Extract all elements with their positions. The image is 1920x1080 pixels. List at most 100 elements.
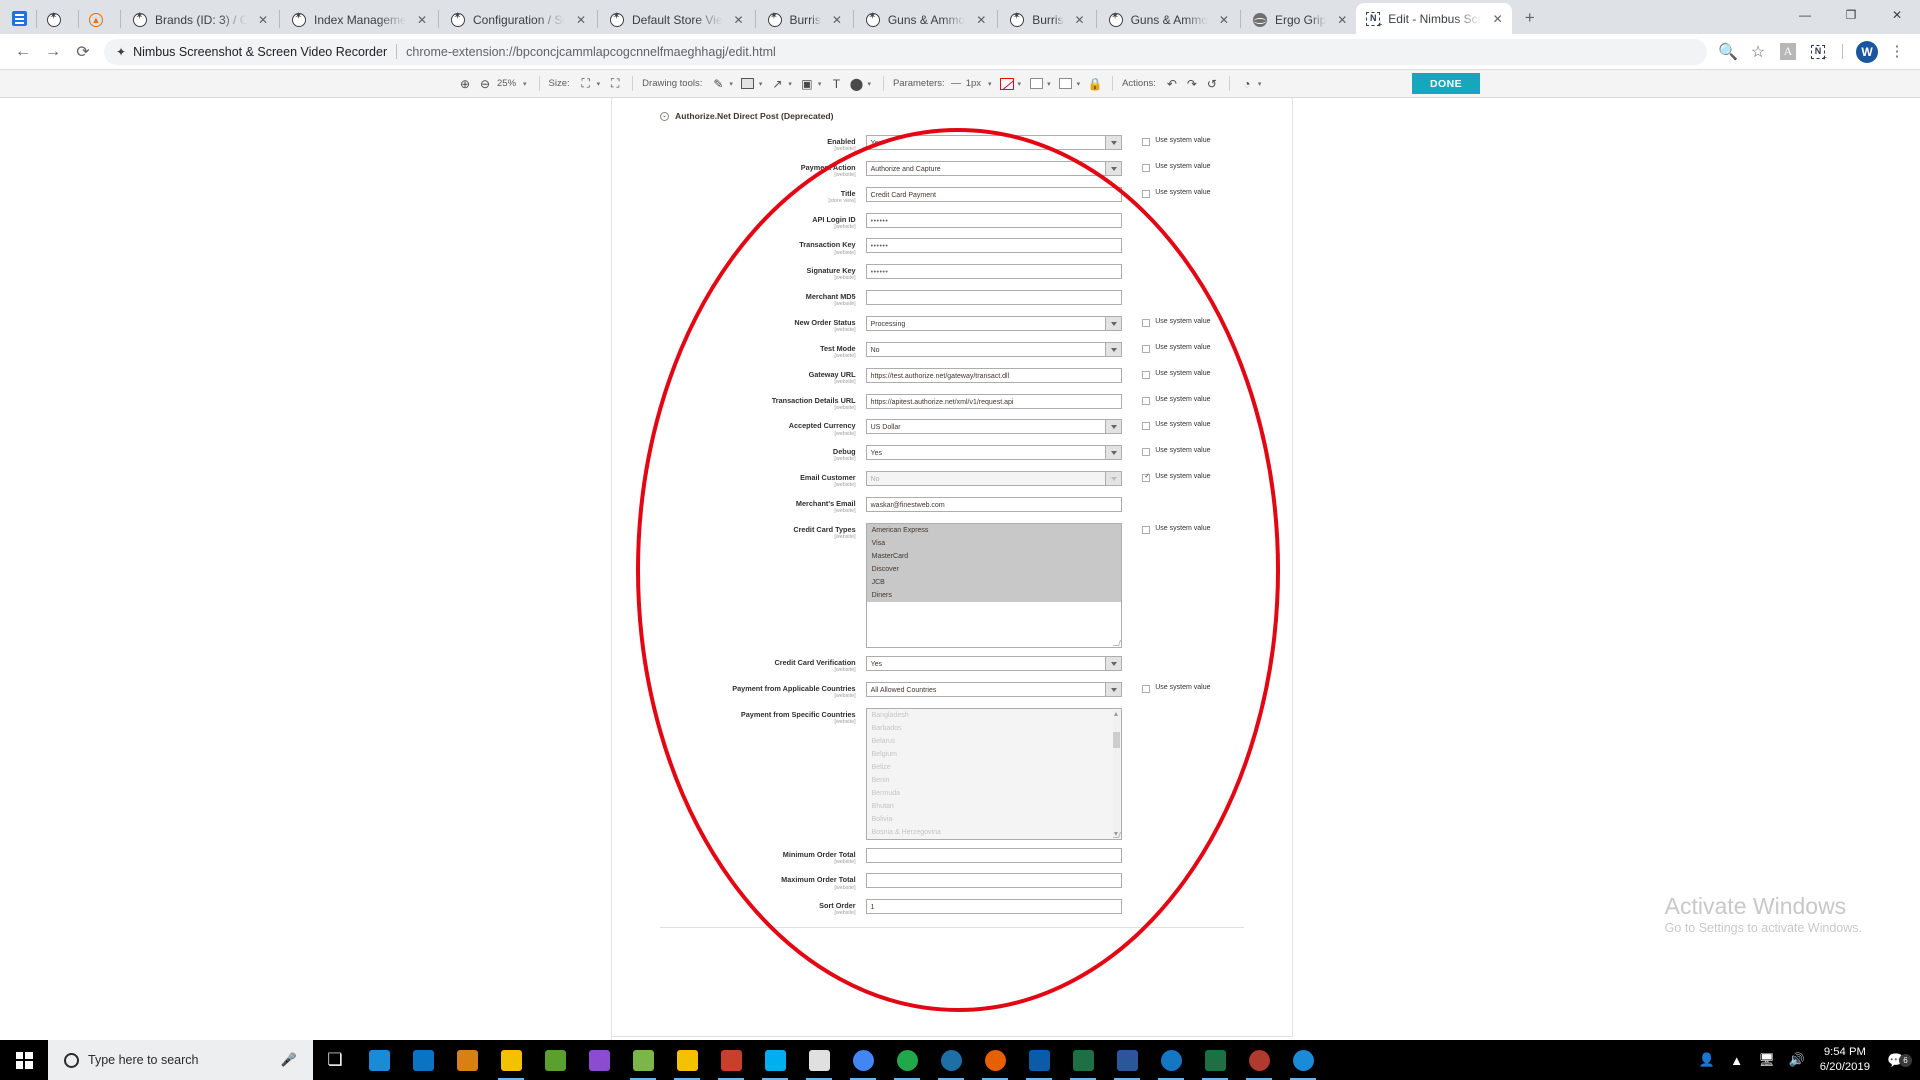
clock[interactable]: 9:54 PM 6/20/2019 (1812, 1045, 1878, 1076)
tab-close-icon[interactable]: ✕ (829, 12, 845, 28)
pinned-tab-2[interactable]: ▲ (81, 5, 118, 34)
chevron-down-icon[interactable]: ▾ (867, 80, 871, 88)
accepted-currency-select[interactable]: US Dollar (865, 419, 1123, 435)
search-icon[interactable]: 🔍 (1713, 37, 1743, 67)
use-system-value-checkbox[interactable] (1142, 684, 1151, 693)
section-header[interactable]: ⌄ Authorize.Net Direct Post (Deprecated) (612, 98, 1292, 121)
use-system-value-test-mode[interactable]: Use system value (1122, 342, 1292, 353)
maximize-button[interactable]: ❐ (1828, 0, 1874, 30)
scrollbar[interactable] (1113, 709, 1121, 838)
chevron-down-icon[interactable]: ▾ (729, 80, 733, 88)
chevron-collapse-icon[interactable]: ⌄ (660, 111, 669, 121)
pen-icon[interactable]: ✎ (708, 73, 728, 95)
tab-burris-2[interactable]: Burris ✕ (1000, 5, 1093, 34)
tab-close-icon[interactable]: ✕ (414, 12, 430, 28)
tab-brands[interactable]: Brands (ID: 3) / Ca ✕ (123, 5, 277, 34)
taskbar-app-chrome[interactable] (841, 1040, 885, 1080)
list-item[interactable]: JCB (866, 575, 1122, 589)
taskbar-app-notepadpp[interactable] (621, 1040, 665, 1080)
chrome-menu-icon[interactable]: ⋮ (1882, 37, 1912, 67)
tab-edit-nimbus[interactable]: N Edit - Nimbus Scr ✕ (1356, 3, 1512, 34)
stroke-color-icon[interactable] (997, 73, 1017, 95)
taskbar-app-store[interactable] (445, 1040, 489, 1080)
tab-close-icon[interactable]: ✕ (1490, 11, 1506, 27)
use-system-value-enabled[interactable]: Use system value (1122, 135, 1292, 146)
list-item[interactable]: Discover (866, 562, 1122, 576)
notification-icon[interactable]: 💬 6 (1878, 1052, 1914, 1069)
chevron-down-icon[interactable]: ▾ (788, 80, 792, 88)
tab-guns-ammo-1[interactable]: Guns & Ammo ✕ (856, 5, 995, 34)
merchants-email-input[interactable]: waskar@finestweb.com (865, 497, 1123, 513)
shadow-icon[interactable] (1056, 73, 1076, 95)
reload-icon[interactable]: ⟳ (68, 37, 98, 67)
tab-close-icon[interactable]: ✕ (1334, 12, 1350, 28)
merchant-md5-input[interactable] (865, 290, 1123, 306)
minimize-button[interactable]: — (1782, 0, 1828, 30)
taskbar-search[interactable]: Type here to search 🎤 (48, 1040, 313, 1080)
transaction-details-url-input[interactable]: https://apitest.authorize.net/xml/v1/req… (865, 393, 1123, 409)
redo-icon[interactable]: ↷ (1182, 73, 1202, 95)
close-window-button[interactable]: ✕ (1874, 0, 1920, 30)
enabled-select[interactable]: Yes (865, 135, 1123, 150)
use-system-value-checkbox[interactable] (1142, 189, 1151, 198)
new-order-status-select[interactable]: Processing (865, 316, 1123, 332)
tab-close-icon[interactable]: ✕ (1072, 12, 1088, 28)
use-system-value-checkbox[interactable] (1142, 525, 1151, 534)
tab-close-icon[interactable]: ✕ (255, 12, 271, 28)
new-tab-button[interactable]: + (1516, 4, 1544, 32)
taskbar-app-word[interactable] (1105, 1040, 1149, 1080)
sidebar-toggle-button[interactable] (4, 4, 34, 32)
use-system-value-transaction-details-url[interactable]: Use system value (1122, 394, 1292, 405)
fit-icon[interactable]: ⛶ (576, 73, 596, 95)
chevron-down-icon[interactable]: ▾ (1047, 80, 1051, 88)
task-view-icon[interactable]: ❏ (313, 1040, 357, 1080)
use-system-value-checkbox[interactable] (1142, 319, 1151, 328)
tab-ergo-grip[interactable]: Ergo Grip ✕ (1243, 5, 1356, 34)
fill-icon[interactable] (1026, 73, 1046, 95)
taskbar-app-outlook[interactable] (1017, 1040, 1061, 1080)
resize-handle-icon[interactable] (1113, 639, 1122, 646)
number-stamp-icon[interactable]: ▣ (797, 73, 817, 95)
arrow-icon[interactable]: ↗ (767, 73, 787, 95)
lock-icon[interactable]: 🔒 (1085, 73, 1105, 95)
use-system-value-checkbox[interactable] (1142, 344, 1151, 353)
title-input[interactable]: Credit Card Payment (865, 186, 1123, 202)
list-item[interactable]: MasterCard (866, 549, 1122, 563)
chevron-down-icon[interactable]: ▾ (523, 80, 527, 88)
gateway-url-input[interactable]: https://test.authorize.net/gateway/trans… (865, 367, 1123, 383)
taskbar-app-filezilla[interactable] (709, 1040, 753, 1080)
taskbar-app-file-explorer[interactable] (665, 1040, 709, 1080)
taskbar-app-skype[interactable] (753, 1040, 797, 1080)
list-item[interactable]: Diners (866, 588, 1122, 602)
chevron-down-icon[interactable]: ▾ (1258, 80, 1262, 88)
sort-order-input[interactable]: 1 (865, 899, 1123, 915)
list-item[interactable]: Visa (866, 536, 1122, 550)
taskbar-app-misc[interactable] (1237, 1040, 1281, 1080)
use-system-value-checkbox[interactable] (1142, 396, 1151, 405)
use-system-value-checkbox[interactable] (1142, 422, 1151, 431)
zoom-out-icon[interactable]: ⊖ (475, 73, 495, 95)
tab-close-icon[interactable]: ✕ (1216, 12, 1232, 28)
taskbar-app-calculator[interactable] (797, 1040, 841, 1080)
applicable-countries-select[interactable]: All Allowed Countries (865, 681, 1123, 697)
credit-card-verification-select[interactable]: Yes (865, 655, 1123, 671)
zoom-in-icon[interactable]: ⊕ (455, 73, 475, 95)
rectangle-icon[interactable] (738, 73, 758, 95)
maximum-order-total-input[interactable] (865, 873, 1123, 889)
pinned-tab-1[interactable] (39, 5, 76, 34)
taskbar-app-internet-explorer[interactable] (357, 1040, 401, 1080)
use-system-value-applicable-countries[interactable]: Use system value (1122, 682, 1292, 693)
taskbar-app-maps[interactable] (1149, 1040, 1193, 1080)
use-system-value-accepted-currency[interactable]: Use system value (1122, 419, 1292, 431)
taskbar-app-tortoise[interactable] (533, 1040, 577, 1080)
taskbar-app-edge[interactable] (1281, 1040, 1325, 1080)
back-icon[interactable]: ← (8, 37, 38, 67)
people-icon[interactable]: 👤 (1692, 1052, 1722, 1068)
history-icon[interactable]: ◔ (1237, 73, 1257, 95)
volume-icon[interactable]: 🔊 (1782, 1052, 1812, 1068)
tab-close-icon[interactable]: ✕ (573, 12, 589, 28)
bookmark-star-icon[interactable]: ☆ (1743, 37, 1773, 67)
signature-key-input[interactable]: •••••• (865, 264, 1123, 280)
api-login-id-input[interactable]: •••••• (865, 212, 1123, 228)
use-system-value-new-order-status[interactable]: Use system value (1122, 316, 1292, 328)
